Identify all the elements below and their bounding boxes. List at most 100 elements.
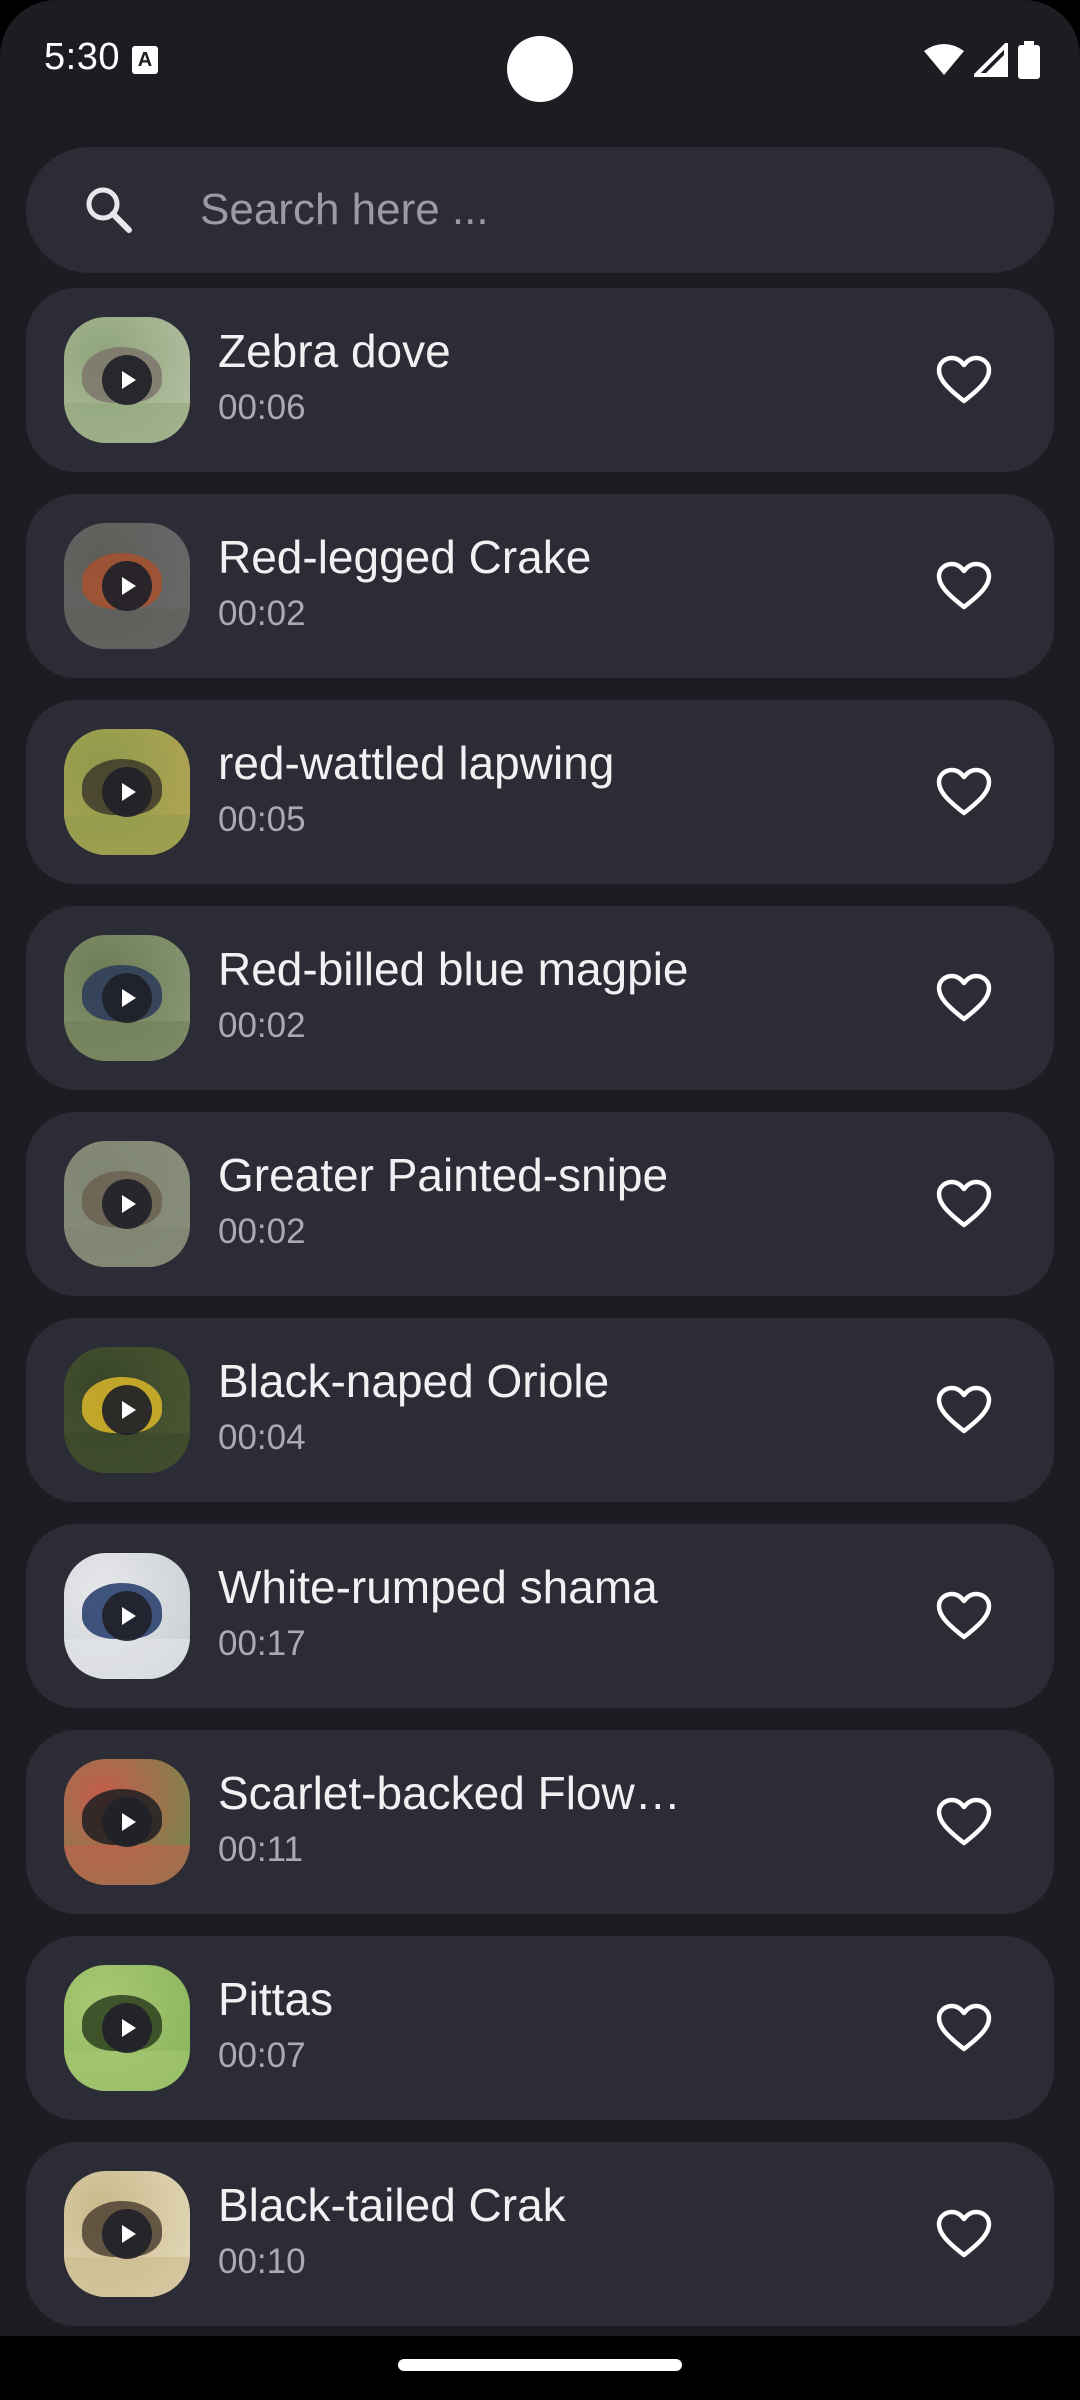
play-button[interactable]	[102, 561, 152, 611]
heart-icon	[936, 1797, 992, 1846]
thumbnail-ground	[64, 403, 190, 443]
play-button[interactable]	[102, 1385, 152, 1435]
play-icon	[122, 783, 136, 801]
sound-duration: 00:10	[218, 2242, 306, 2281]
sound-list-item[interactable]: Black-naped Oriole 00:04	[26, 1318, 1054, 1502]
thumbnail-ground	[64, 2051, 190, 2091]
sound-duration: 00:05	[218, 800, 306, 839]
sound-list-item[interactable]: red-wattled lapwing 00:05	[26, 700, 1054, 884]
heart-icon	[936, 355, 992, 404]
a-icon: A	[132, 46, 158, 74]
play-button[interactable]	[102, 1591, 152, 1641]
play-button[interactable]	[102, 973, 152, 1023]
play-icon	[122, 1195, 136, 1213]
play-button[interactable]	[102, 2003, 152, 2053]
sound-title: Black-tailed Crak	[218, 2179, 566, 2231]
bird-thumbnail[interactable]	[64, 1141, 190, 1267]
sound-list-item[interactable]: Scarlet-backed Flow… 00:11	[26, 1730, 1054, 1914]
heart-icon	[936, 2003, 992, 2052]
favorite-button[interactable]	[930, 964, 998, 1032]
favorite-button[interactable]	[930, 2200, 998, 2268]
sound-list-item[interactable]: Greater Painted-snipe 00:02	[26, 1112, 1054, 1296]
heart-icon	[936, 1591, 992, 1640]
play-button[interactable]	[102, 1179, 152, 1229]
heart-icon	[936, 561, 992, 610]
bird-thumbnail[interactable]	[64, 1965, 190, 2091]
sound-list-item[interactable]: White-rumped shama 00:17	[26, 1524, 1054, 1708]
home-gesture-handle[interactable]	[398, 2359, 682, 2371]
battery-icon	[1018, 41, 1040, 79]
play-button[interactable]	[102, 2209, 152, 2259]
bird-thumbnail[interactable]	[64, 935, 190, 1061]
sound-duration: 00:07	[218, 2036, 306, 2075]
bird-thumbnail[interactable]	[64, 1759, 190, 1885]
play-icon	[122, 2225, 136, 2243]
bird-thumbnail[interactable]	[64, 1553, 190, 1679]
wifi-icon	[924, 44, 964, 75]
favorite-button[interactable]	[930, 1582, 998, 1650]
heart-icon	[936, 1179, 992, 1228]
play-button[interactable]	[102, 355, 152, 405]
sound-title: White-rumped shama	[218, 1561, 658, 1613]
play-icon	[122, 1607, 136, 1625]
bird-thumbnail[interactable]	[64, 317, 190, 443]
play-icon	[122, 1813, 136, 1831]
sound-list-item[interactable]: Black-tailed Crak 00:10	[26, 2142, 1054, 2326]
favorite-button[interactable]	[930, 552, 998, 620]
sound-duration: 00:02	[218, 594, 306, 633]
heart-icon	[936, 767, 992, 816]
sound-list: Zebra dove 00:06 Red-legged Crake 00:02	[26, 288, 1054, 2348]
play-icon	[122, 1401, 136, 1419]
sound-duration: 00:11	[218, 1830, 303, 1869]
play-button[interactable]	[102, 1797, 152, 1847]
sound-duration: 00:02	[218, 1006, 306, 1045]
thumbnail-ground	[64, 1227, 190, 1267]
thumbnail-ground	[64, 1639, 190, 1679]
favorite-button[interactable]	[930, 346, 998, 414]
app-screen: 5:30 A Search here ... Zebra dove 00:06 …	[0, 0, 1080, 2400]
favorite-button[interactable]	[930, 1788, 998, 1856]
sound-title: Scarlet-backed Flow…	[218, 1767, 681, 1819]
play-icon	[122, 577, 136, 595]
thumbnail-ground	[64, 1433, 190, 1473]
favorite-button[interactable]	[930, 1376, 998, 1444]
favorite-button[interactable]	[930, 1994, 998, 2062]
search-input[interactable]	[172, 147, 1012, 273]
sound-list-item[interactable]: Zebra dove 00:06	[26, 288, 1054, 472]
bird-thumbnail[interactable]	[64, 2171, 190, 2297]
play-icon	[122, 371, 136, 389]
sound-list-item[interactable]: Pittas 00:07	[26, 1936, 1054, 2120]
sound-title: Zebra dove	[218, 325, 451, 377]
sound-duration: 00:04	[218, 1418, 306, 1457]
heart-icon	[936, 2209, 992, 2258]
search-bar[interactable]	[26, 147, 1054, 273]
favorite-button[interactable]	[930, 758, 998, 826]
play-icon	[122, 989, 136, 1007]
thumbnail-ground	[64, 1845, 190, 1885]
favorite-button[interactable]	[930, 1170, 998, 1238]
sound-title: Pittas	[218, 1973, 334, 2025]
bird-thumbnail[interactable]	[64, 523, 190, 649]
bird-thumbnail[interactable]	[64, 729, 190, 855]
sound-duration: 00:06	[218, 388, 306, 427]
heart-icon	[936, 973, 992, 1022]
sound-list-item[interactable]: Red-legged Crake 00:02	[26, 494, 1054, 678]
bird-thumbnail[interactable]	[64, 1347, 190, 1473]
thumbnail-ground	[64, 815, 190, 855]
play-button[interactable]	[102, 767, 152, 817]
thumbnail-ground	[64, 1021, 190, 1061]
sound-title: Red-billed blue magpie	[218, 943, 689, 995]
sound-title: Greater Painted-snipe	[218, 1149, 669, 1201]
sound-list-item[interactable]: Red-billed blue magpie 00:02	[26, 906, 1054, 1090]
sound-title: red-wattled lapwing	[218, 737, 615, 789]
navigation-bar	[0, 2336, 1080, 2400]
search-icon	[86, 187, 132, 233]
sound-duration: 00:17	[218, 1624, 306, 1663]
camera-cutout	[507, 36, 573, 102]
sound-title: Black-naped Oriole	[218, 1355, 610, 1407]
sound-title: Red-legged Crake	[218, 531, 592, 583]
status-time: 5:30	[44, 36, 120, 78]
heart-icon	[936, 1385, 992, 1434]
thumbnail-ground	[64, 609, 190, 649]
status-bar: 5:30 A	[0, 0, 1080, 128]
